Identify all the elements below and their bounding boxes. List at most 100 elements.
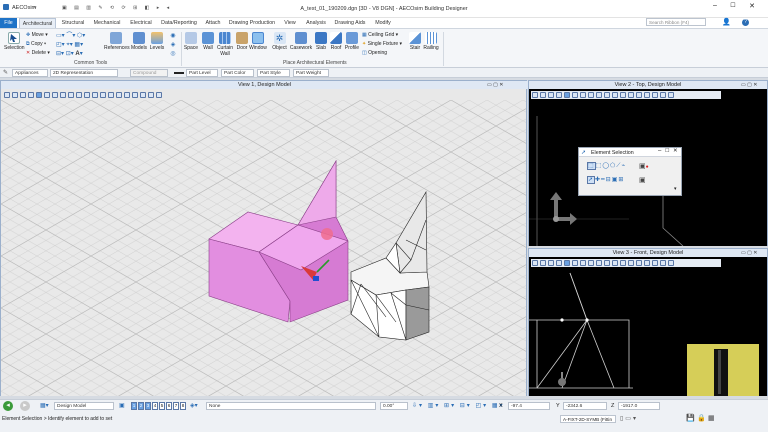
stair-button[interactable]: Stair [407, 32, 423, 51]
view-toggle-7[interactable]: 7 [173, 402, 179, 410]
ceiling-grid-icon: ▦ [362, 32, 367, 38]
ceiling-grid-button[interactable]: ▦ Ceiling Grid ▾ [362, 32, 398, 38]
appliances-dropdown[interactable]: Appliances [12, 69, 48, 77]
minimize-button[interactable]: – [708, 2, 722, 12]
tab-mechanical[interactable]: Mechanical [90, 18, 124, 28]
level-dropdown[interactable]: None [206, 402, 376, 410]
search-input[interactable]: Search Ribbon (F4) [646, 18, 706, 26]
tab-data-reporting[interactable]: Data/Reporting [158, 18, 200, 28]
view2-window[interactable]: View 2 - Top, Design Model ▭ ▢ ✕ ➚ Eleme… [528, 80, 768, 246]
copy-button[interactable]: ⧉ Copy ▾ [26, 41, 46, 47]
quick-access-toolbar[interactable]: ▣ ▤ ▥ ✎ ⟲ ⟳ ⊞ ◧ ▸ ◂ [62, 5, 172, 11]
view-group-icon[interactable]: ▣ [119, 402, 125, 409]
select-all-icon[interactable]: ▣ [639, 176, 646, 184]
space-button[interactable]: Space [183, 32, 199, 51]
roof-button[interactable]: Roof [329, 32, 343, 51]
tab-structural[interactable]: Structural [58, 18, 88, 28]
tab-file[interactable]: File [0, 18, 17, 28]
opening-icon: ◫ [362, 50, 367, 56]
save-icon[interactable]: 💾 [686, 414, 695, 422]
pin-icon[interactable]: ✎ [3, 69, 8, 76]
view1-window-controls[interactable]: ▭ ▢ ✕ [487, 82, 503, 88]
view-toggle-6[interactable]: 6 [166, 402, 172, 410]
lock-icon[interactable]: 🔒 [697, 414, 706, 422]
window-button[interactable]: Window [249, 32, 267, 51]
model-dropdown[interactable]: Design Model [54, 402, 114, 410]
view2-toolbar[interactable] [531, 91, 721, 99]
view-toggle-8[interactable]: 8 [180, 402, 186, 410]
view-toggle-2[interactable]: 2 [138, 402, 144, 410]
message-center-icon[interactable]: ▦ [708, 414, 715, 422]
move-button[interactable]: ✥ Move ▾ [26, 32, 48, 38]
angle-field[interactable]: 0.00° [380, 402, 408, 410]
select-none-icon[interactable]: ▣● [639, 162, 649, 170]
railing-button[interactable]: Railing [422, 32, 440, 51]
wall-button[interactable]: Wall [200, 32, 216, 51]
workflow-dropdown[interactable]: ▾ [34, 5, 37, 11]
single-fixture-button[interactable]: ✦ Single Fixture ▾ [362, 41, 402, 47]
element-selection-title-bar[interactable]: ➚ Element Selection – ☐ ✕ [579, 148, 681, 157]
view3-toolbar[interactable] [531, 259, 721, 267]
models-button[interactable]: Models [130, 32, 148, 51]
tab-attach[interactable]: Attach [202, 18, 224, 28]
casework-button[interactable]: Casework [289, 32, 313, 51]
profile-button[interactable]: Profile [343, 32, 361, 51]
part-level-dropdown[interactable]: Part Level [186, 69, 218, 77]
view1-toolbar[interactable] [3, 91, 203, 99]
tab-drawing-production[interactable]: Drawing Production [226, 18, 278, 28]
view2-window-controls[interactable]: ▭ ▢ ✕ [741, 82, 757, 88]
view-toggle-3[interactable]: 3 [145, 402, 151, 410]
element-selection-dialog[interactable]: ➚ Element Selection – ☐ ✕ ⬚⬚◯⬠⟋⌁ ➚✚━⊟▣⊞ … [578, 147, 682, 196]
delete-button[interactable]: ✕ Delete ▾ [26, 50, 50, 56]
opening-button[interactable]: ◫ Opening [362, 50, 387, 56]
slab-button[interactable]: Slab [313, 32, 329, 51]
lock-tools[interactable]: ⇩▾ ▥▾ ⊞▾ ⊟▾ ◰▾ ▦▾ [412, 402, 505, 409]
dialog-close-button[interactable]: ✕ [673, 148, 678, 154]
help-icon[interactable]: ? [742, 19, 749, 26]
z-coordinate-field[interactable]: -1917.0 [618, 402, 660, 410]
y-coordinate-field[interactable]: -2342.6 [563, 402, 607, 410]
title-bar: AECOsim ▾ ▣ ▤ ▥ ✎ ⟲ ⟳ ⊞ ◧ ▸ ◂ A_test_01_… [0, 0, 768, 18]
window-label: Window [249, 45, 267, 51]
view3-window[interactable]: View 3 - Front, Design Model ▭ ▢ ✕ [528, 248, 768, 396]
door-button[interactable]: Door [234, 32, 250, 51]
view3-window-controls[interactable]: ▭ ▢ ✕ [741, 250, 757, 256]
tab-modify[interactable]: Modify [370, 18, 396, 28]
tab-drawing-aids[interactable]: Drawing Aids [332, 18, 368, 28]
forward-icon[interactable]: ▸ [20, 401, 30, 411]
dialog-maximize-button[interactable]: ☐ [665, 148, 669, 154]
selection-mode-row[interactable]: ⬚⬚◯⬠⟋⌁ [587, 162, 626, 170]
tab-architectural[interactable]: Architectural [19, 18, 56, 28]
back-icon[interactable]: ◂ [3, 401, 13, 411]
view3-canvas[interactable] [529, 268, 767, 396]
view1-canvas[interactable] [1, 100, 526, 396]
curtain-wall-button[interactable]: Curtain Wall [216, 32, 234, 57]
x-coordinate-field[interactable]: -97.4 [508, 402, 550, 410]
tab-view[interactable]: View [280, 18, 300, 28]
view-toggle-4[interactable]: 4 [152, 402, 158, 410]
tab-electrical[interactable]: Electrical [126, 18, 156, 28]
view-toggle-1[interactable]: 1 [131, 402, 137, 410]
user-icon[interactable]: 👤 [722, 18, 731, 26]
view-toggle-5[interactable]: 5 [159, 402, 165, 410]
view1-window[interactable]: View 1, Design Model ▭ ▢ ✕ [0, 80, 528, 396]
dialog-expand-arrow[interactable]: ▾ [674, 186, 677, 192]
status-icons[interactable]: ▯▭▾ [620, 415, 638, 422]
close-button[interactable]: ✕ [745, 2, 759, 12]
tab-analysis[interactable]: Analysis [302, 18, 330, 28]
compound-dropdown[interactable]: Compound [130, 69, 168, 77]
selection-operation-row[interactable]: ➚✚━⊟▣⊞ [587, 176, 624, 184]
selection-button[interactable]: Selection [4, 32, 25, 51]
common-tool-grid[interactable]: ▭▾ ⌒▾ ⬡▾ ◰▾ ⌖▾ ▦▾ ⊟▾ ⊡▾ A▾ [56, 32, 100, 59]
representation-dropdown[interactable]: 2D Representation [50, 69, 118, 77]
references-button[interactable]: References [104, 32, 130, 51]
object-button[interactable]: ✲ Object [271, 32, 288, 51]
part-color-dropdown[interactable]: Part Color [221, 69, 254, 77]
maximize-button[interactable]: ☐ [726, 2, 740, 12]
levels-button[interactable]: Levels [149, 32, 165, 51]
level-tools[interactable]: ◉ ◈ ◎ [166, 32, 180, 59]
dialog-minimize-button[interactable]: – [658, 148, 661, 154]
symbology-field[interactable]: A-FIXT-2D-SYMB (Fittin [560, 415, 616, 423]
part-style-dropdown[interactable]: Part Style [257, 69, 290, 77]
part-weight-dropdown[interactable]: Part Weight [293, 69, 329, 77]
